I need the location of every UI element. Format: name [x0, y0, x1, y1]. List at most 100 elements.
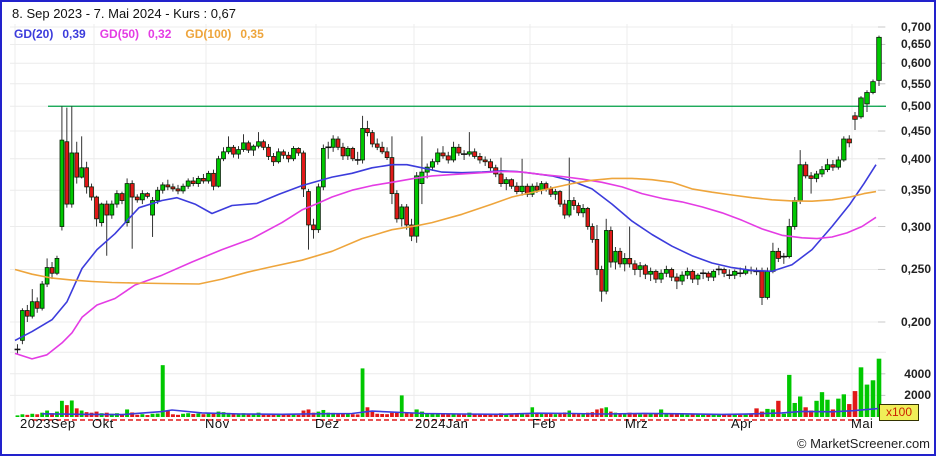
candle-body: [488, 162, 492, 168]
volume-bar: [176, 415, 180, 417]
candle-body: [685, 271, 689, 275]
candle-body: [504, 180, 508, 184]
candle-body: [586, 208, 590, 226]
volume-bar: [361, 368, 365, 417]
candle-body: [262, 142, 266, 148]
candle-body: [282, 152, 286, 155]
month-label: 2024Jan: [415, 416, 468, 431]
candle-body: [457, 147, 461, 153]
price-axis-label: 0,550: [901, 77, 931, 91]
candle-body: [321, 148, 325, 186]
volume-bar: [370, 412, 374, 417]
chart-canvas[interactable]: [2, 2, 934, 454]
month-label: Apr: [731, 416, 753, 431]
month-label: Dez: [315, 416, 340, 431]
candle-body: [232, 147, 236, 154]
price-axis-label: 0,650: [901, 37, 931, 51]
volume-bar: [135, 415, 139, 417]
volume-bar: [787, 375, 791, 417]
attribution: © MarketScreener.com: [797, 436, 930, 451]
legend-value: 0,32: [148, 27, 171, 41]
price-axis-label: 0,200: [901, 315, 931, 329]
candle-body: [361, 128, 365, 160]
candle-body: [572, 201, 576, 206]
legend-label: GD(20): [14, 27, 53, 41]
candle-body: [831, 165, 835, 167]
volume-bar: [782, 414, 786, 417]
candle-body: [385, 152, 389, 158]
candle-body: [659, 273, 663, 279]
volume-bar: [191, 414, 195, 417]
candle-body: [633, 264, 637, 270]
candle-body: [415, 176, 419, 236]
candle-body: [30, 302, 34, 316]
candle-body: [623, 258, 627, 263]
candle-body: [706, 273, 710, 277]
legend-item-gd50: GD(50) 0,32: [100, 27, 172, 41]
candle-body: [257, 142, 261, 146]
price-axis-label: 0,600: [901, 56, 931, 70]
candle-body: [267, 147, 271, 156]
volume-bar: [186, 413, 190, 417]
candle-body: [520, 186, 524, 191]
candle-body: [483, 160, 487, 162]
candle-body: [95, 197, 99, 219]
candle-body: [400, 207, 404, 219]
candle-body: [535, 186, 539, 190]
month-label: Nov: [205, 416, 230, 431]
volume-bar: [380, 414, 384, 417]
candle-body: [351, 148, 355, 158]
volume-bar: [151, 414, 155, 417]
candle-body: [90, 187, 94, 197]
legend-value: 0,35: [240, 27, 263, 41]
candle-body: [558, 192, 562, 205]
candle-body: [196, 178, 200, 183]
candle-body: [201, 178, 205, 181]
candle-body: [628, 258, 632, 263]
candle-body: [120, 194, 124, 201]
candle-body: [643, 266, 647, 274]
candle-body: [272, 156, 276, 161]
candle-body: [609, 230, 613, 262]
candle-body: [212, 173, 216, 186]
month-label: Mrz: [625, 416, 648, 431]
volume-bar: [351, 414, 355, 417]
candle-body: [675, 277, 679, 281]
volume-bar: [282, 415, 286, 417]
candle-body: [793, 201, 797, 227]
candle-body: [865, 93, 870, 104]
candle-body: [563, 204, 567, 215]
month-label: Okt: [92, 416, 114, 431]
candle-body: [341, 147, 345, 156]
candle-body: [287, 155, 291, 159]
candlesticks: [15, 36, 882, 354]
month-label: Feb: [532, 416, 556, 431]
candle-body: [600, 269, 604, 291]
volume-bars: [16, 359, 882, 417]
candle-body: [836, 160, 840, 167]
month-label: 2023Sep: [20, 416, 76, 431]
candle-body: [803, 165, 807, 176]
volume-bar: [16, 415, 20, 417]
volume-bar: [145, 415, 149, 417]
volume-bar: [161, 365, 165, 417]
volume-bar: [798, 396, 802, 417]
volume-bar: [196, 414, 200, 417]
candle-body: [380, 147, 384, 152]
candle-body: [110, 204, 114, 215]
volume-bar: [836, 399, 840, 417]
candle-body: [441, 153, 445, 156]
month-label: Mai: [851, 416, 873, 431]
volume-bar: [171, 414, 175, 417]
candle-body: [100, 204, 104, 223]
candle-body: [395, 194, 399, 219]
candle-body: [277, 152, 281, 162]
candle-body: [871, 82, 876, 93]
volume-bar: [385, 414, 389, 417]
price-axis-label: 0,300: [901, 220, 931, 234]
volume-bar: [356, 414, 360, 417]
candle-body: [247, 143, 251, 150]
candle-body: [696, 275, 700, 279]
candle-body: [859, 98, 864, 117]
candle-body: [171, 187, 175, 189]
